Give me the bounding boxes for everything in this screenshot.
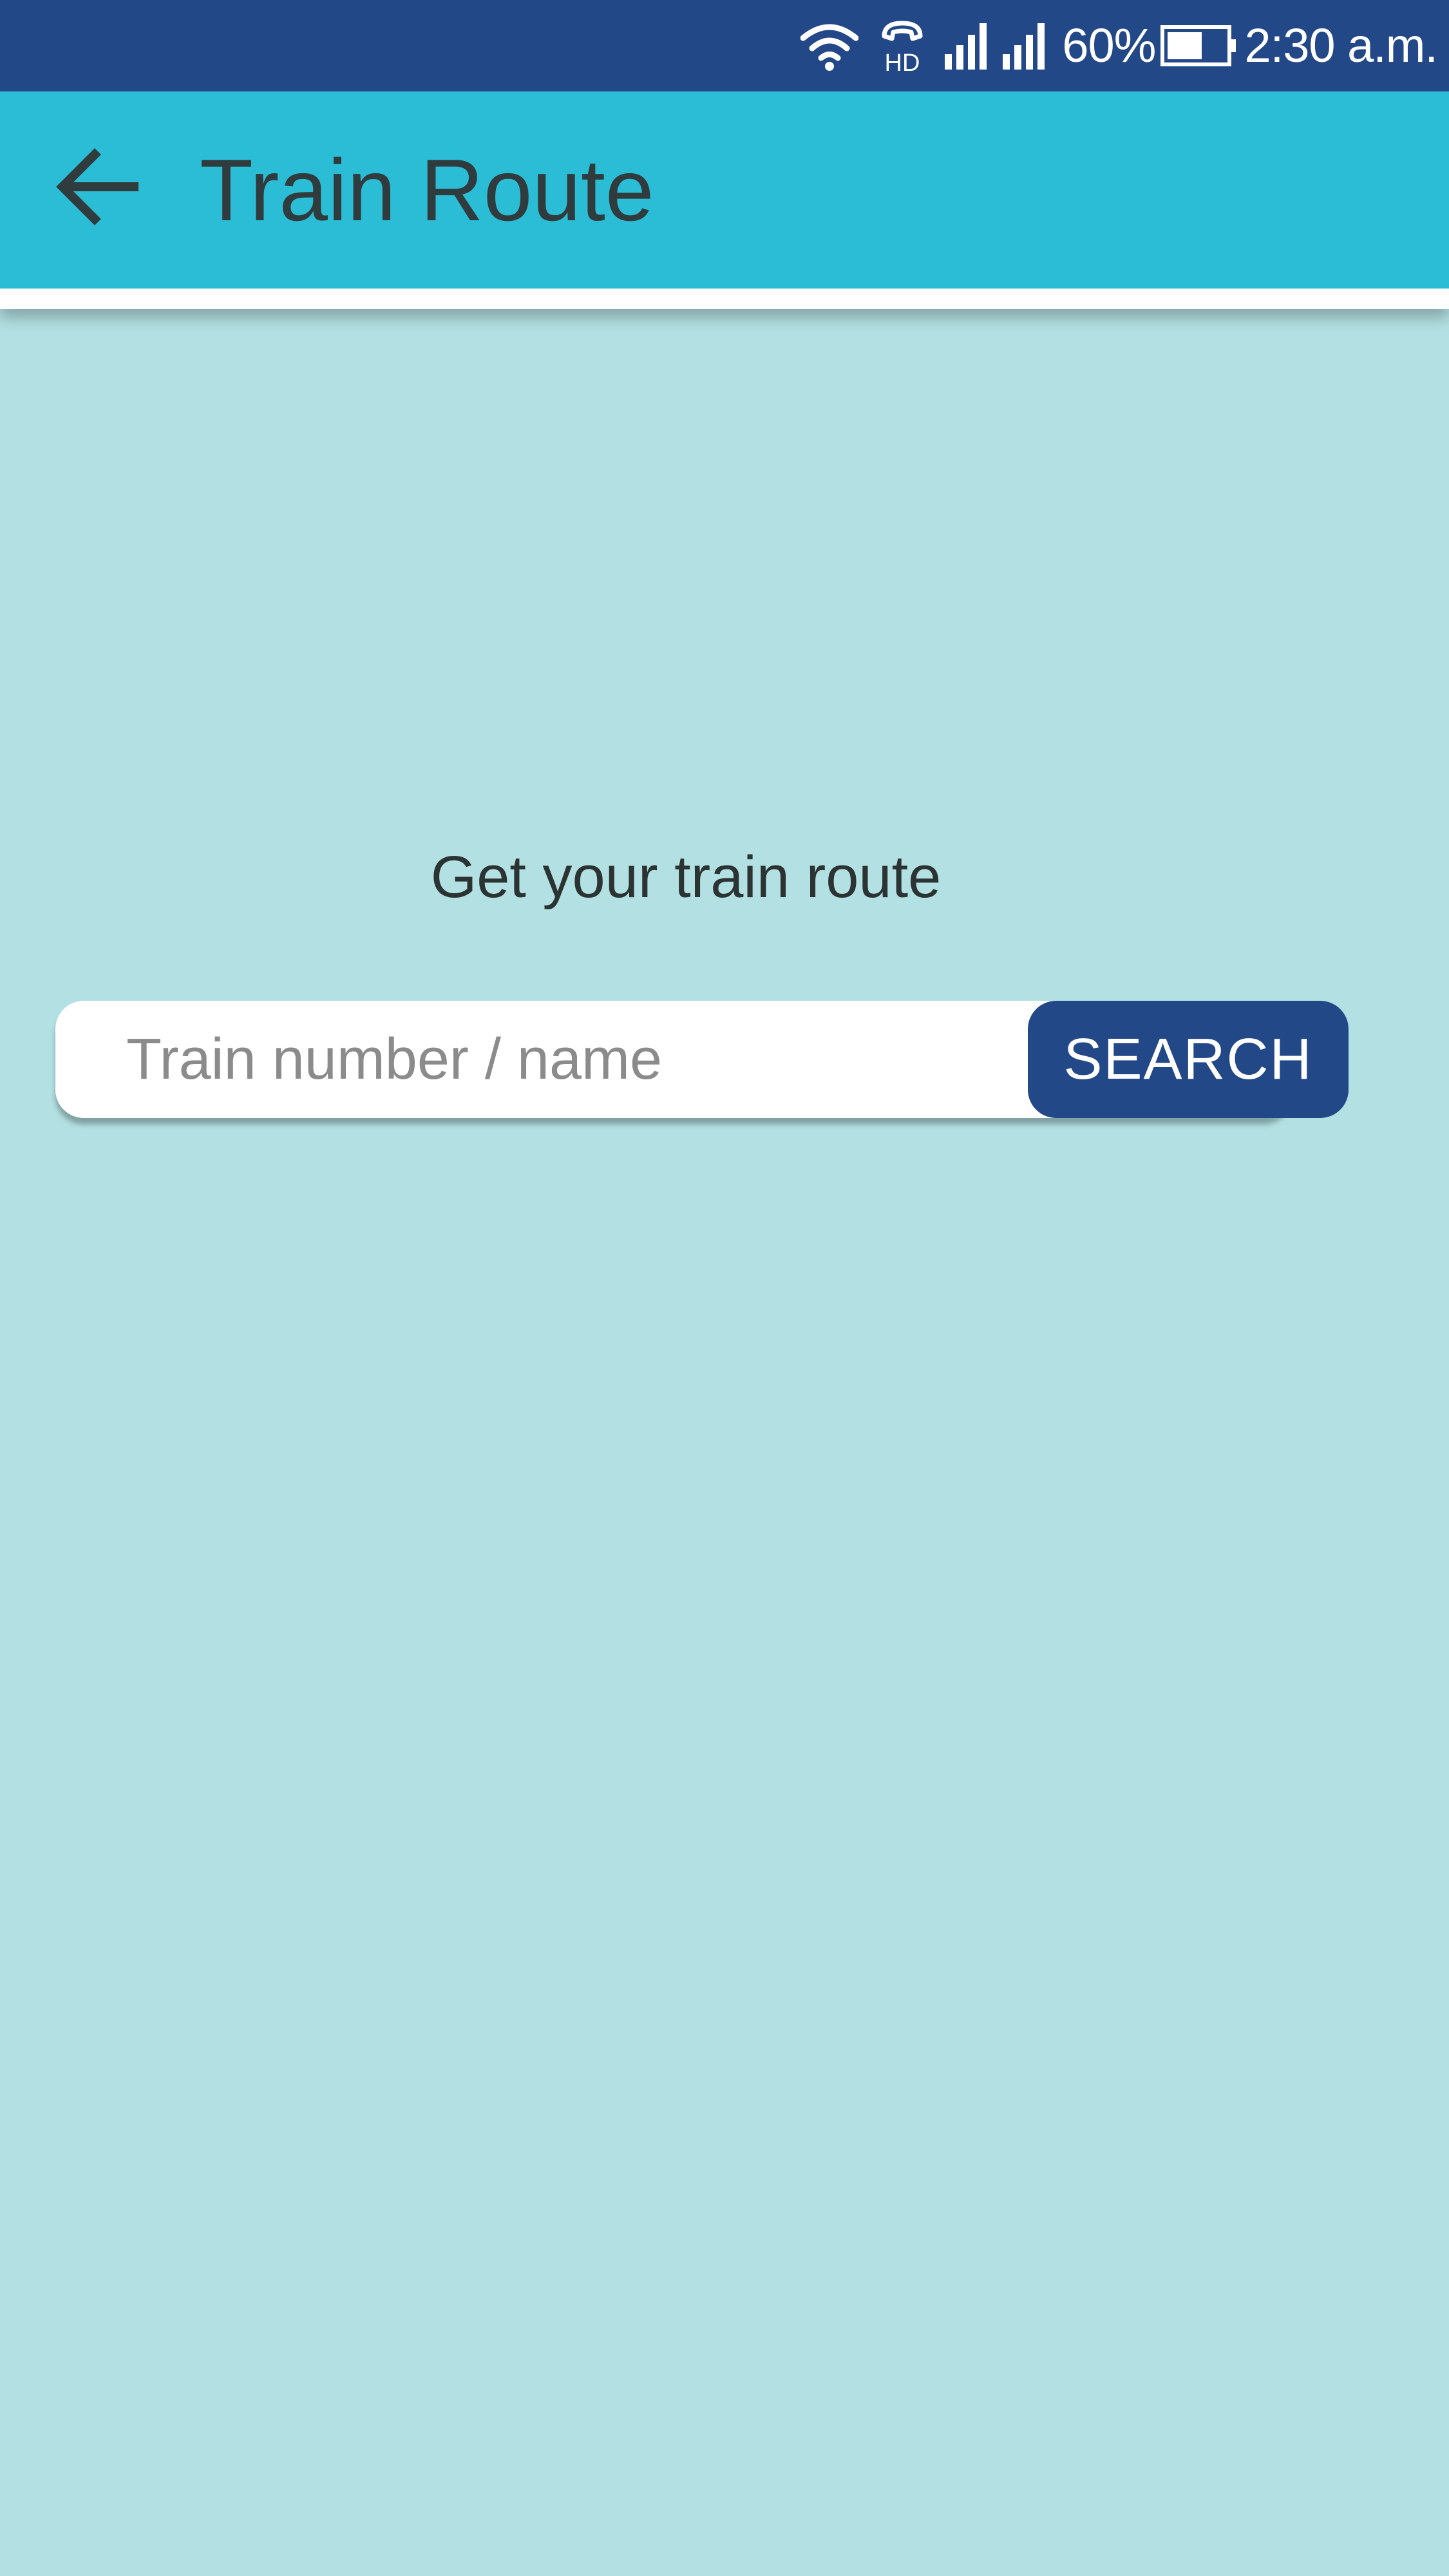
page-title: Train Route [200,141,654,239]
search-prompt: Get your train route [430,844,942,910]
arrow-left-icon [56,148,138,225]
back-button[interactable] [45,138,155,235]
battery-icon [1160,25,1236,66]
app-bar-divider [0,289,1449,309]
hd-label: HD [885,50,920,75]
battery-percent: 60% [1062,19,1156,72]
search-button[interactable]: SEARCH [1028,1001,1349,1118]
signal-icon [1003,23,1045,70]
status-bar: HD 60% 2:30 a.m. [0,0,1449,91]
signal-icon [945,23,987,70]
wifi-icon [800,24,859,71]
status-icons: HD 60% 2:30 a.m. [800,0,1438,91]
train-search-input[interactable] [126,1001,1041,1118]
battery-level-fill [1168,32,1202,59]
hd-call-icon: HD [882,21,923,75]
clock: 2:30 a.m. [1244,19,1438,72]
